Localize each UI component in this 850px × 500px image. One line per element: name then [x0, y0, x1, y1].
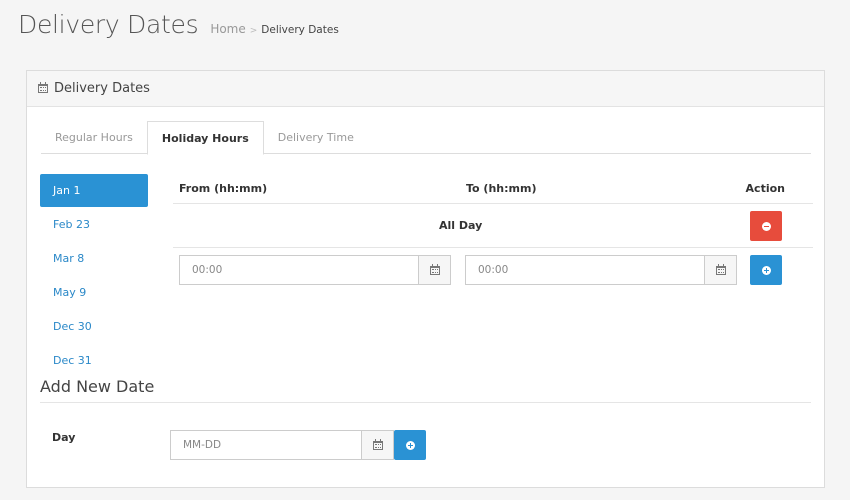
holiday-date-list: Jan 1 Feb 23 Mar 8 May 9 Dec 30 Dec 31	[40, 174, 148, 378]
all-day-label: All Day	[439, 219, 483, 232]
new-date-calendar-button[interactable]	[362, 430, 394, 460]
from-time-group: 00:00	[179, 255, 451, 285]
new-date-input[interactable]: MM-DD	[170, 430, 362, 460]
column-action: Action	[745, 182, 785, 195]
date-item-feb-23[interactable]: Feb 23	[40, 208, 148, 241]
page-title: Delivery Dates	[18, 10, 199, 39]
column-from: From (hh:mm)	[179, 182, 268, 195]
table-row: All Day	[173, 204, 813, 248]
breadcrumb: Home > Delivery Dates	[210, 22, 338, 36]
panel-heading: Delivery Dates	[27, 71, 824, 107]
to-time-input[interactable]: 00:00	[465, 255, 705, 285]
delivery-dates-panel: Delivery Dates Regular Hours Holiday Hou…	[26, 70, 825, 488]
tab-holiday-hours[interactable]: Holiday Hours	[146, 121, 264, 155]
add-date-button[interactable]	[394, 430, 426, 460]
to-time-calendar-button[interactable]	[705, 255, 737, 285]
breadcrumb-home-link[interactable]: Home	[210, 22, 245, 36]
calendar-icon	[429, 263, 440, 275]
column-to: To (hh:mm)	[466, 182, 537, 195]
calendar-icon	[372, 438, 383, 450]
remove-hours-button[interactable]	[750, 211, 782, 241]
day-label: Day	[52, 431, 76, 444]
plus-circle-icon	[405, 440, 415, 450]
date-item-mar-8[interactable]: Mar 8	[40, 242, 148, 275]
from-time-input[interactable]: 00:00	[179, 255, 419, 285]
plus-circle-icon	[761, 265, 771, 275]
breadcrumb-current: Delivery Dates	[261, 24, 339, 36]
hours-table: From (hh:mm) To (hh:mm) Action All Day 0…	[173, 174, 813, 292]
add-hours-button[interactable]	[750, 255, 782, 285]
date-item-dec-30[interactable]: Dec 30	[40, 310, 148, 343]
new-date-group: MM-DD	[170, 430, 394, 460]
minus-circle-icon	[761, 221, 771, 231]
calendar-icon	[38, 82, 48, 93]
divider	[40, 402, 811, 403]
date-item-dec-31[interactable]: Dec 31	[40, 344, 148, 377]
page-header: Delivery Dates Home > Delivery Dates	[18, 10, 339, 39]
calendar-icon	[715, 263, 726, 275]
to-time-group: 00:00	[465, 255, 737, 285]
new-hours-row: 00:00 00:00	[173, 248, 813, 292]
add-new-date-title: Add New Date	[40, 377, 155, 396]
panel-title: Delivery Dates	[54, 81, 150, 96]
date-item-jan-1[interactable]: Jan 1	[40, 174, 148, 207]
date-item-may-9[interactable]: May 9	[40, 276, 148, 309]
hours-table-header: From (hh:mm) To (hh:mm) Action	[173, 174, 813, 204]
breadcrumb-separator: >	[249, 26, 258, 36]
tab-regular-hours[interactable]: Regular Hours	[41, 121, 147, 154]
tabs: Regular Hours Holiday Hours Delivery Tim…	[41, 121, 811, 155]
tab-delivery-time[interactable]: Delivery Time	[264, 121, 368, 154]
from-time-calendar-button[interactable]	[419, 255, 451, 285]
